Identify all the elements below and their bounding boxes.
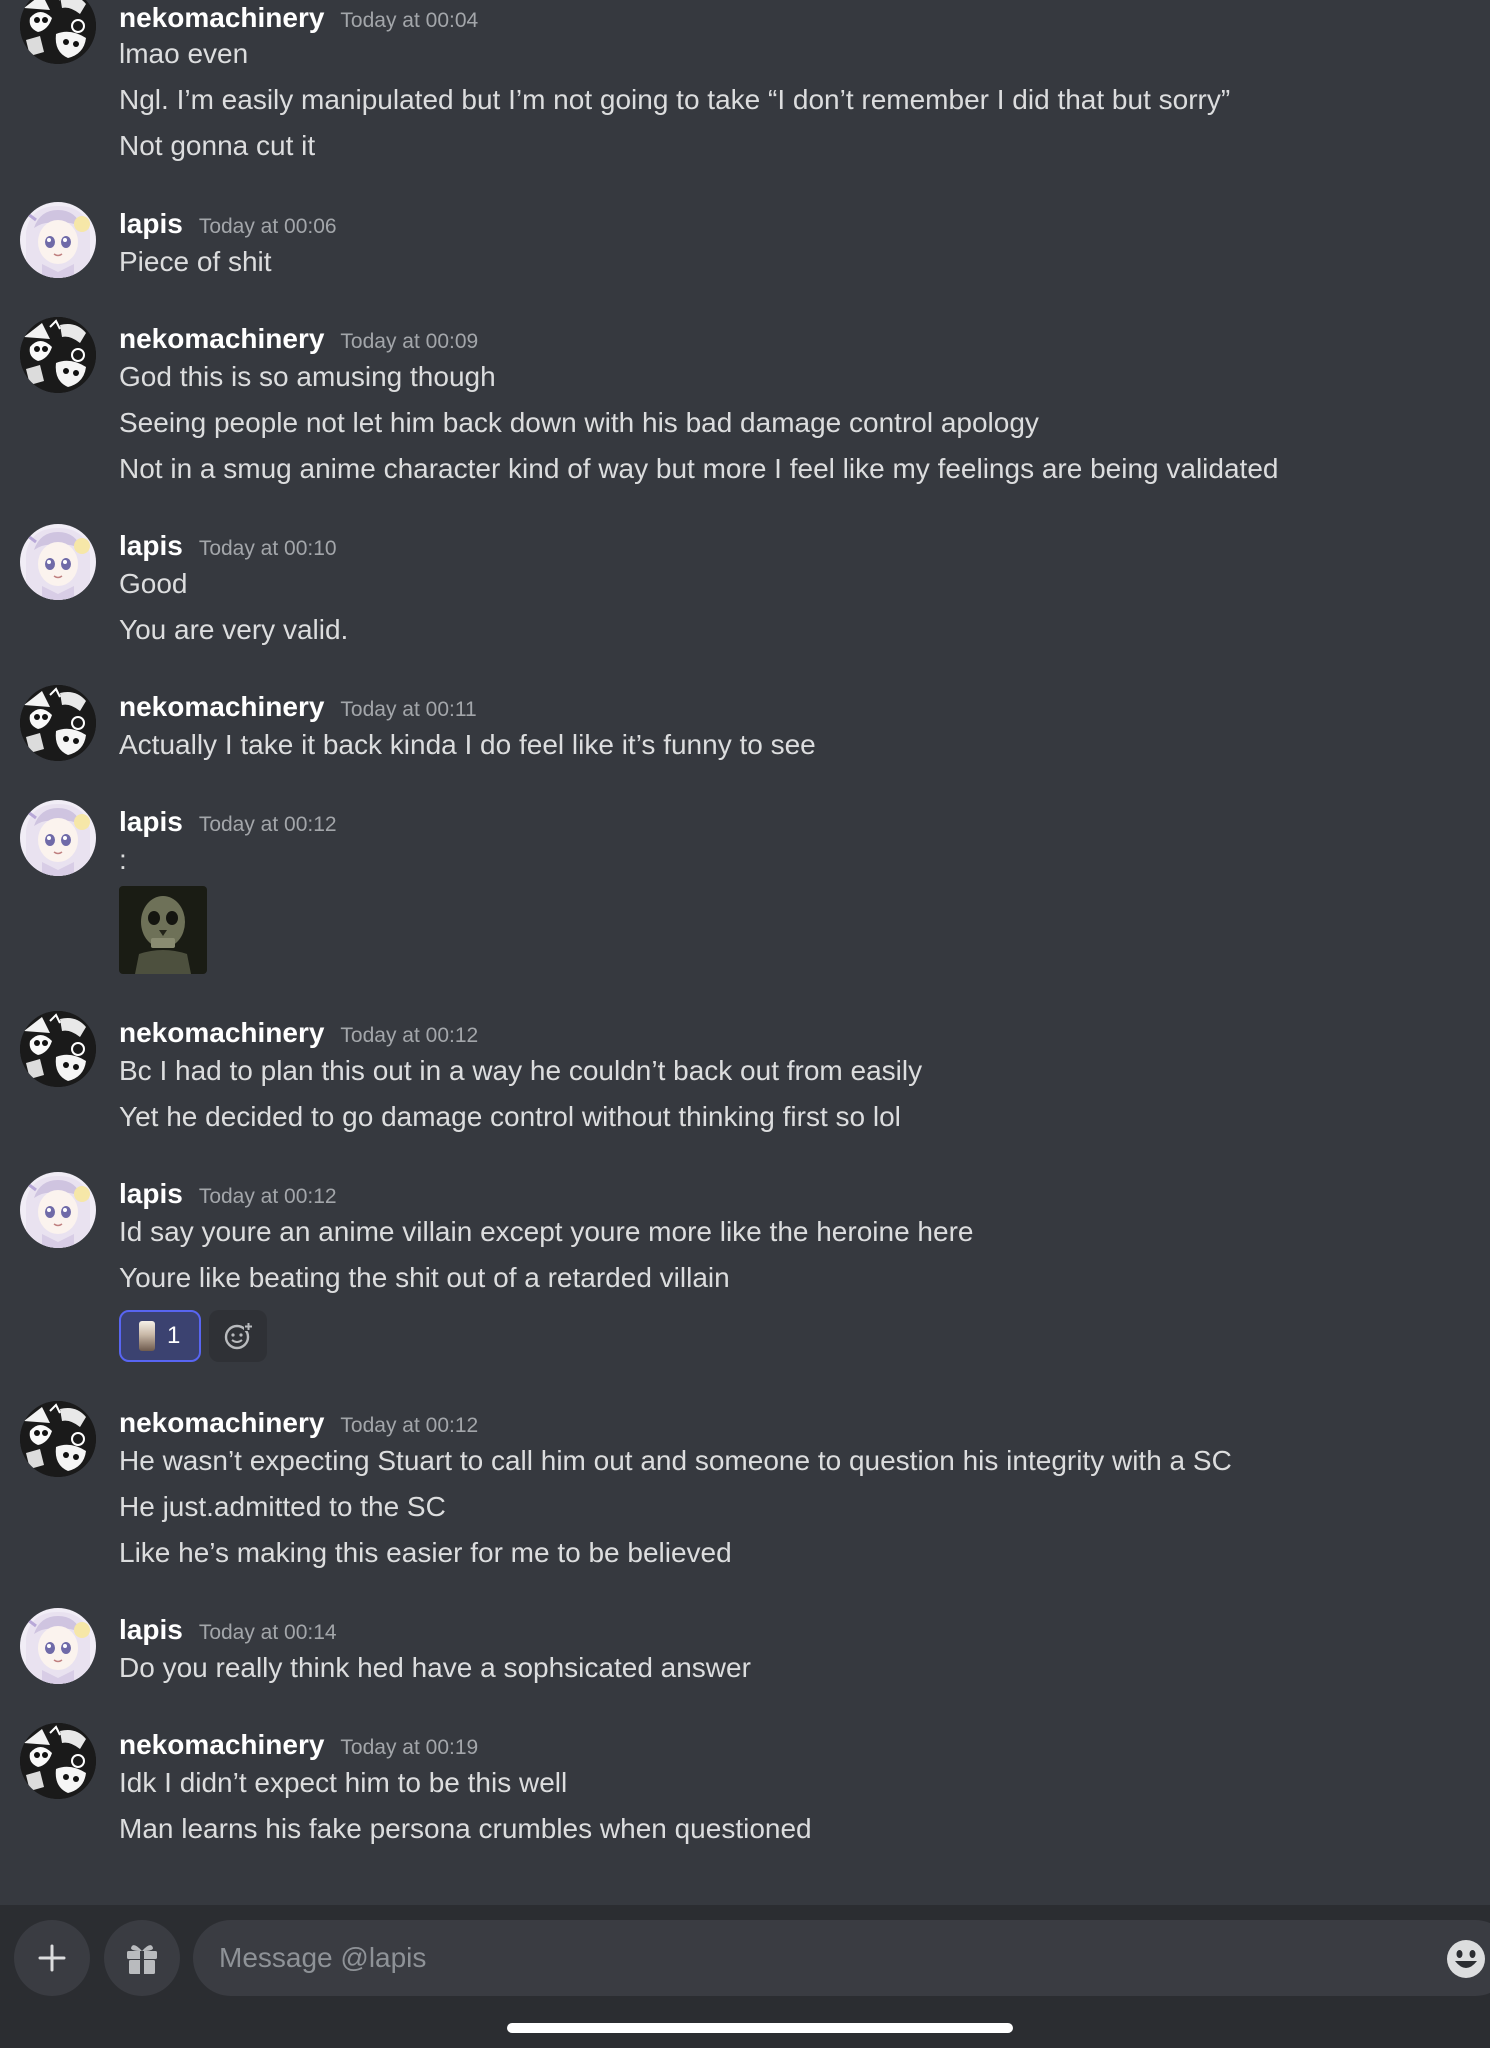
message-header: nekomachinery Today at 00:11: [119, 689, 477, 725]
timestamp: Today at 00:14: [198, 1621, 337, 1644]
message-text: Idk I didn’t expect him to be this well: [119, 1767, 568, 1798]
message-header: nekomachinery Today at 00:09: [119, 321, 478, 357]
add-reaction-button[interactable]: [209, 1310, 267, 1362]
username[interactable]: nekomachinery: [119, 321, 324, 357]
avatar[interactable]: [20, 1401, 96, 1477]
avatar[interactable]: [20, 800, 96, 876]
gift-button[interactable]: [104, 1920, 180, 1996]
message-text: Like he’s making this easier for me to b…: [119, 1537, 732, 1568]
username[interactable]: nekomachinery: [119, 689, 324, 725]
username[interactable]: lapis: [119, 1176, 183, 1212]
attach-button[interactable]: [14, 1920, 90, 1996]
message-text: He wasn’t expecting Stuart to call him o…: [119, 1445, 1232, 1476]
timestamp: Today at 00:12: [198, 813, 337, 836]
avatar[interactable]: [20, 524, 96, 600]
message-text: Not gonna cut it: [119, 130, 316, 161]
avatar[interactable]: [20, 317, 96, 393]
message-input[interactable]: [219, 1920, 1399, 1996]
username[interactable]: lapis: [119, 1612, 183, 1648]
message-text: Youre like beating the shit out of a ret…: [119, 1262, 730, 1293]
custom-emoji-icon: [139, 1321, 155, 1351]
message-header: nekomachinery Today at 00:12: [119, 1015, 478, 1051]
avatar[interactable]: [20, 202, 96, 278]
message-text: Actually I take it back kinda I do feel …: [119, 729, 816, 760]
home-indicator[interactable]: [507, 2023, 1013, 2033]
reaction-button[interactable]: 1: [119, 1310, 201, 1362]
username[interactable]: nekomachinery: [119, 1405, 324, 1441]
avatar[interactable]: [20, 1608, 96, 1684]
message-text: Do you really think hed have a sophsicat…: [119, 1652, 751, 1683]
reactions-bar: 1: [119, 1310, 267, 1362]
message-text: Id say youre an anime villain except you…: [119, 1216, 974, 1247]
timestamp: Today at 00:12: [340, 1024, 479, 1047]
message-header: nekomachinery Today at 00:19: [119, 1727, 478, 1763]
plus-icon: [38, 1944, 66, 1972]
avatar[interactable]: [20, 0, 96, 64]
message-text: Good: [119, 568, 188, 599]
gift-icon: [127, 1945, 157, 1974]
message-text: You are very valid.: [119, 614, 349, 645]
avatar[interactable]: [20, 685, 96, 761]
avatar[interactable]: [20, 1723, 96, 1799]
message-text: lmao even: [119, 38, 249, 69]
message-text: Yet he decided to go damage control with…: [119, 1101, 901, 1132]
timestamp: Today at 00:10: [198, 537, 337, 560]
username[interactable]: lapis: [119, 804, 183, 840]
timestamp: Today at 00:12: [198, 1185, 337, 1208]
username[interactable]: nekomachinery: [119, 0, 324, 36]
message-list[interactable]: nekomachinery Today at 00:04 lmao even N…: [0, 0, 1490, 1905]
message-text: Ngl. I’m easily manipulated but I’m not …: [119, 84, 1231, 115]
timestamp: Today at 00:04: [340, 9, 479, 32]
username[interactable]: lapis: [119, 528, 183, 564]
message-input-container: [193, 1920, 1490, 1996]
message-text: Not in a smug anime character kind of wa…: [119, 453, 1279, 484]
timestamp: Today at 00:09: [340, 330, 479, 353]
image-attachment[interactable]: [119, 886, 207, 974]
message-header: lapis Today at 00:12: [119, 804, 337, 840]
timestamp: Today at 00:12: [340, 1414, 479, 1437]
message-text: :: [119, 844, 127, 875]
timestamp: Today at 00:06: [198, 215, 337, 238]
reaction-count: 1: [167, 1322, 181, 1349]
message-text: God this is so amusing though: [119, 361, 496, 392]
message-text: Seeing people not let him back down with…: [119, 407, 1039, 438]
timestamp: Today at 00:11: [340, 698, 477, 721]
username[interactable]: nekomachinery: [119, 1727, 324, 1763]
message-header: nekomachinery Today at 00:04: [119, 0, 478, 36]
username[interactable]: nekomachinery: [119, 1015, 324, 1051]
message-header: lapis Today at 00:06: [119, 206, 337, 242]
emoji-button[interactable]: [1446, 1939, 1486, 1979]
avatar[interactable]: [20, 1172, 96, 1248]
message-header: lapis Today at 00:10: [119, 528, 337, 564]
timestamp: Today at 00:19: [340, 1736, 479, 1759]
message-header: lapis Today at 00:14: [119, 1612, 337, 1648]
emoji-icon: [1447, 1940, 1485, 1978]
message-text: Man learns his fake persona crumbles whe…: [119, 1813, 812, 1844]
message-text: Bc I had to plan this out in a way he co…: [119, 1055, 923, 1086]
username[interactable]: lapis: [119, 206, 183, 242]
message-text: He just.admitted to the SC: [119, 1491, 446, 1522]
message-header: nekomachinery Today at 00:12: [119, 1405, 478, 1441]
add-reaction-icon: [224, 1322, 253, 1350]
message-header: lapis Today at 00:12: [119, 1176, 337, 1212]
avatar[interactable]: [20, 1011, 96, 1087]
message-text: Piece of shit: [119, 246, 272, 277]
